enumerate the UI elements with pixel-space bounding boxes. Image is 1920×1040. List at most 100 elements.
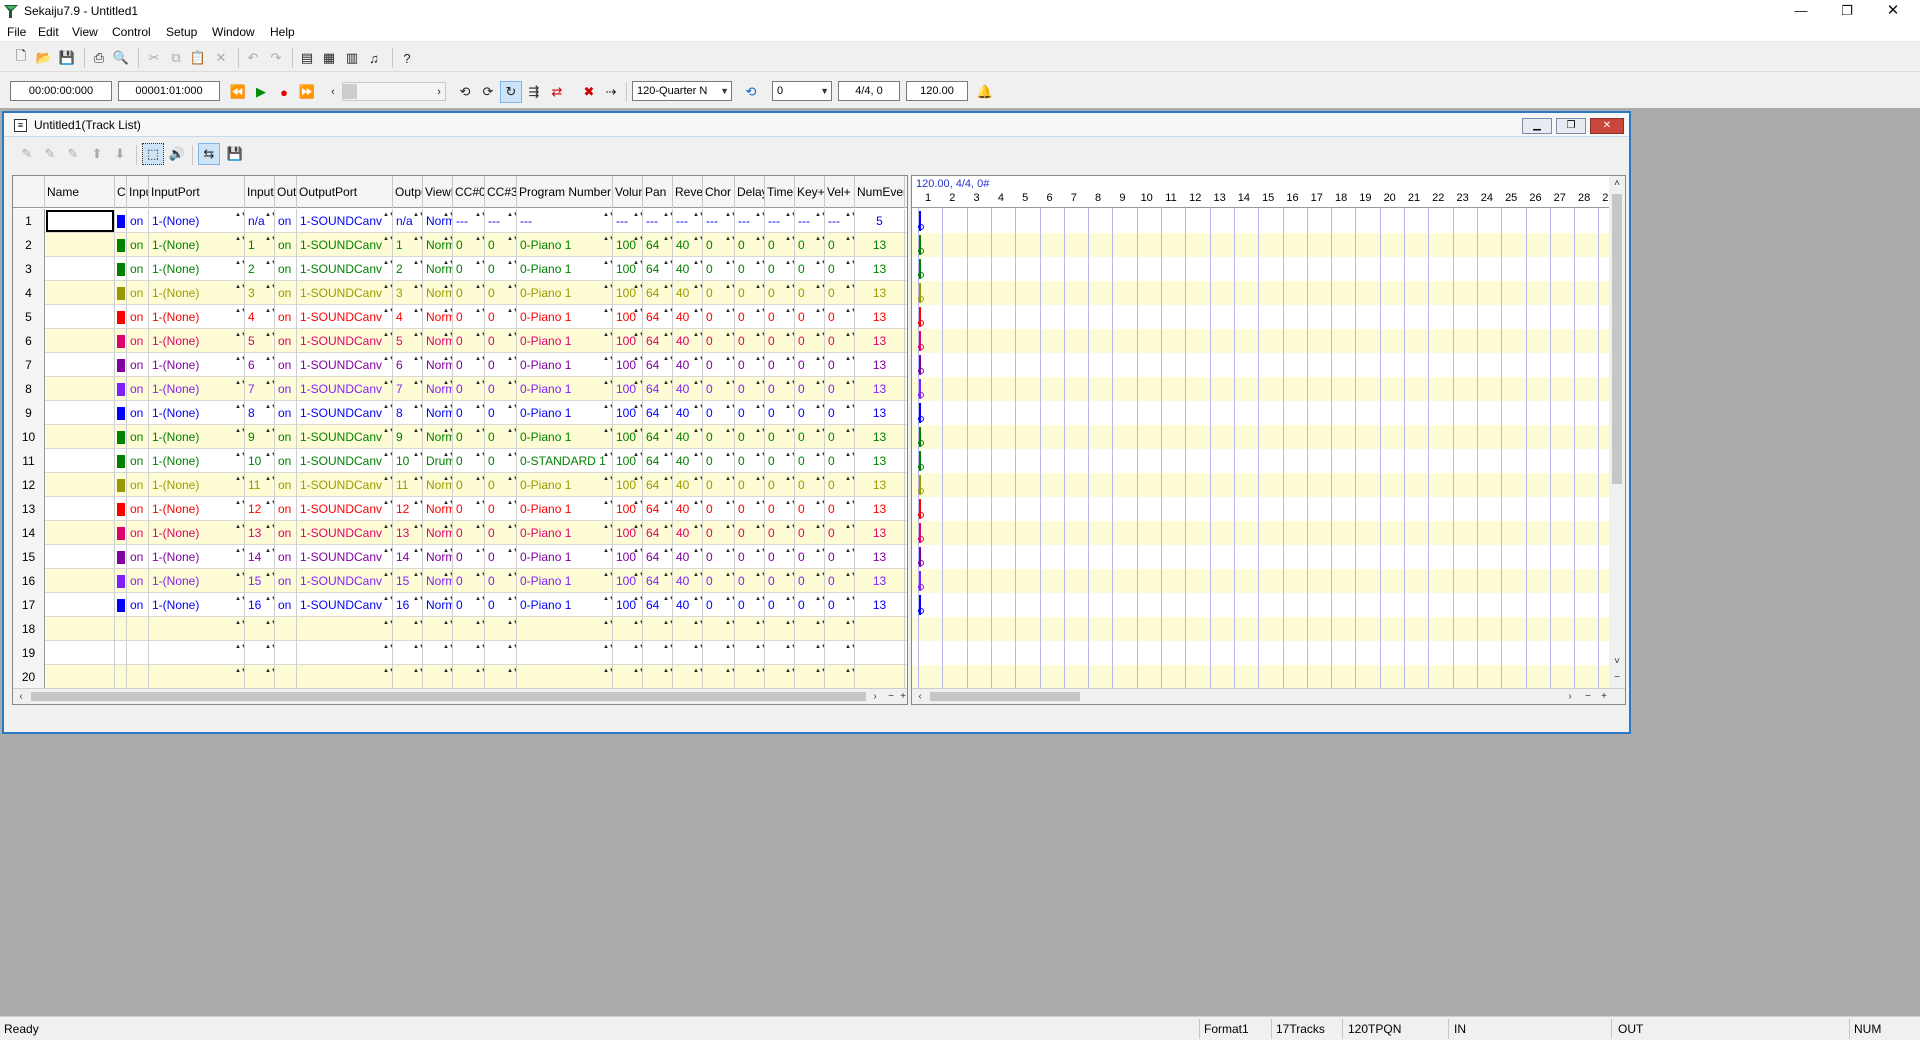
spin-arrows-icon[interactable]: ▲▼ xyxy=(785,451,794,471)
spin-arrows-icon[interactable]: ▲▼ xyxy=(235,667,244,687)
cell-view[interactable]: Norm▲▼ xyxy=(423,353,453,377)
cell-reverb[interactable]: 40▲▼ xyxy=(673,545,703,569)
spin-arrows-icon[interactable]: ▲▼ xyxy=(693,331,702,351)
cell-cc0[interactable]: 0 ▲▼ xyxy=(453,257,485,281)
cell-color[interactable] xyxy=(115,425,127,449)
cell-volume[interactable]: ▲▼ xyxy=(613,665,643,689)
spin-arrows-icon[interactable]: ▲▼ xyxy=(413,355,422,375)
cell-reverb[interactable]: 40▲▼ xyxy=(673,233,703,257)
cell-events[interactable]: 13 xyxy=(855,593,905,617)
cell-key[interactable]: 0 ▲▼ xyxy=(795,329,825,353)
cell-vel[interactable]: 0 ▲▼ xyxy=(825,401,855,425)
spin-arrows-icon[interactable]: ▲▼ xyxy=(663,427,672,447)
column-header-chorus[interactable]: Chor xyxy=(703,176,735,208)
spin-arrows-icon[interactable]: ▲▼ xyxy=(845,403,854,423)
cell-output[interactable]: on xyxy=(275,329,297,353)
spin-arrows-icon[interactable]: ▲▼ xyxy=(785,619,794,639)
spin-arrows-icon[interactable]: ▲▼ xyxy=(443,475,452,495)
spin-arrows-icon[interactable]: ▲▼ xyxy=(815,259,824,279)
cell-vel[interactable]: 0 ▲▼ xyxy=(825,569,855,593)
spin-arrows-icon[interactable]: ▲▼ xyxy=(235,547,244,567)
menu-setup[interactable]: Setup xyxy=(166,25,197,39)
cell-outch[interactable]: 4 ▲▼ xyxy=(393,305,423,329)
measure-number[interactable]: 14 xyxy=(1232,192,1256,204)
spin-arrows-icon[interactable]: ▲▼ xyxy=(845,235,854,255)
spin-arrows-icon[interactable]: ▲▼ xyxy=(413,451,422,471)
midi-thru-icon[interactable]: ⇶ xyxy=(523,81,545,103)
spin-arrows-icon[interactable]: ▲▼ xyxy=(663,235,672,255)
table-row[interactable]: 14on1-(None)▲▼13▲▼on1-SOUNDCanv▲▼13▲▼Nor… xyxy=(13,521,907,545)
cell-pan[interactable]: 64▲▼ xyxy=(643,569,673,593)
cell-time[interactable]: 0 ▲▼ xyxy=(765,425,795,449)
cell-outch[interactable]: 7 ▲▼ xyxy=(393,377,423,401)
cell-color[interactable] xyxy=(115,305,127,329)
column-header-time-[interactable]: Time xyxy=(765,176,795,208)
child-close-button[interactable]: ✕ xyxy=(1590,118,1624,134)
spin-arrows-icon[interactable]: ▲▼ xyxy=(815,475,824,495)
spin-arrows-icon[interactable]: ▲▼ xyxy=(785,355,794,375)
spin-arrows-icon[interactable]: ▲▼ xyxy=(507,403,516,423)
cell-outport[interactable]: 1-SOUNDCanv▲▼ xyxy=(297,521,393,545)
spin-arrows-icon[interactable]: ▲▼ xyxy=(383,523,392,543)
spin-arrows-icon[interactable]: ▲▼ xyxy=(845,619,854,639)
cell-events[interactable]: 13 xyxy=(855,329,905,353)
spin-arrows-icon[interactable]: ▲▼ xyxy=(845,643,854,663)
cell-program[interactable]: 0-Piano 1 ▲▼ xyxy=(517,569,613,593)
spin-arrows-icon[interactable]: ▲▼ xyxy=(603,355,612,375)
spin-arrows-icon[interactable]: ▲▼ xyxy=(845,571,854,591)
spin-arrows-icon[interactable]: ▲▼ xyxy=(815,595,824,615)
spin-arrows-icon[interactable]: ▲▼ xyxy=(475,427,484,447)
cell-pan[interactable]: --- ▲▼ xyxy=(643,209,673,233)
cell-inport[interactable]: 1-(None) ▲▼ xyxy=(149,569,245,593)
cell-cc32[interactable]: 0 ▲▼ xyxy=(485,497,517,521)
spin-arrows-icon[interactable]: ▲▼ xyxy=(383,379,392,399)
cell-inport[interactable]: ▲▼ xyxy=(149,665,245,689)
spin-arrows-icon[interactable]: ▲▼ xyxy=(663,403,672,423)
spin-arrows-icon[interactable]: ▲▼ xyxy=(755,475,764,495)
spin-arrows-icon[interactable]: ▲▼ xyxy=(755,331,764,351)
column-header-reverb[interactable]: Rever xyxy=(673,176,703,208)
cell-cc32[interactable]: 0 ▲▼ xyxy=(485,545,517,569)
column-header-numevent[interactable]: NumEver xyxy=(855,176,905,208)
spin-arrows-icon[interactable]: ▲▼ xyxy=(413,331,422,351)
spin-arrows-icon[interactable]: ▲▼ xyxy=(507,475,516,495)
undo-icon[interactable]: ↶ xyxy=(242,47,264,69)
timemap-row[interactable] xyxy=(912,593,1611,617)
cell-events[interactable]: 13 xyxy=(855,377,905,401)
cell-reverb[interactable]: 40▲▼ xyxy=(673,425,703,449)
cell-outport[interactable]: 1-SOUNDCanv▲▼ xyxy=(297,545,393,569)
spin-arrows-icon[interactable]: ▲▼ xyxy=(785,475,794,495)
spin-arrows-icon[interactable]: ▲▼ xyxy=(755,235,764,255)
spin-arrows-icon[interactable]: ▲▼ xyxy=(383,475,392,495)
close-button[interactable]: ✕ xyxy=(1870,0,1916,22)
track-list-icon[interactable]: ▤ xyxy=(296,47,318,69)
cell-inport[interactable]: 1-(None) ▲▼ xyxy=(149,593,245,617)
spin-arrows-icon[interactable]: ▲▼ xyxy=(443,331,452,351)
cell-outport[interactable]: 1-SOUNDCanv▲▼ xyxy=(297,401,393,425)
spin-arrows-icon[interactable]: ▲▼ xyxy=(443,523,452,543)
cell-key[interactable]: 0 ▲▼ xyxy=(795,257,825,281)
spin-arrows-icon[interactable]: ▲▼ xyxy=(725,379,734,399)
measure-number[interactable]: 7 xyxy=(1062,192,1086,204)
spin-arrows-icon[interactable]: ▲▼ xyxy=(507,547,516,567)
cell-outport[interactable]: 1-SOUNDCanv▲▼ xyxy=(297,449,393,473)
cell-delay[interactable]: 0 ▲▼ xyxy=(735,449,765,473)
cell-reverb[interactable]: ▲▼ xyxy=(673,641,703,665)
spin-arrows-icon[interactable]: ▲▼ xyxy=(693,451,702,471)
timemap-row[interactable] xyxy=(912,617,1611,641)
spin-arrows-icon[interactable]: ▲▼ xyxy=(785,331,794,351)
cell-inport[interactable]: 1-(None) ▲▼ xyxy=(149,353,245,377)
cell-delay[interactable]: 0 ▲▼ xyxy=(735,329,765,353)
cell-input[interactable] xyxy=(127,665,149,689)
spin-arrows-icon[interactable]: ▲▼ xyxy=(443,499,452,519)
spin-arrows-icon[interactable]: ▲▼ xyxy=(785,427,794,447)
spin-arrows-icon[interactable]: ▲▼ xyxy=(845,355,854,375)
cell-name[interactable] xyxy=(45,641,115,665)
measure-number[interactable]: 9 xyxy=(1110,192,1134,204)
cell-key[interactable]: 0 ▲▼ xyxy=(795,521,825,545)
spin-arrows-icon[interactable]: ▲▼ xyxy=(475,307,484,327)
spin-arrows-icon[interactable]: ▲▼ xyxy=(633,379,642,399)
cell-view[interactable]: ▲▼ xyxy=(423,617,453,641)
cell-events[interactable] xyxy=(855,665,905,689)
cell-delay[interactable]: 0 ▲▼ xyxy=(735,233,765,257)
